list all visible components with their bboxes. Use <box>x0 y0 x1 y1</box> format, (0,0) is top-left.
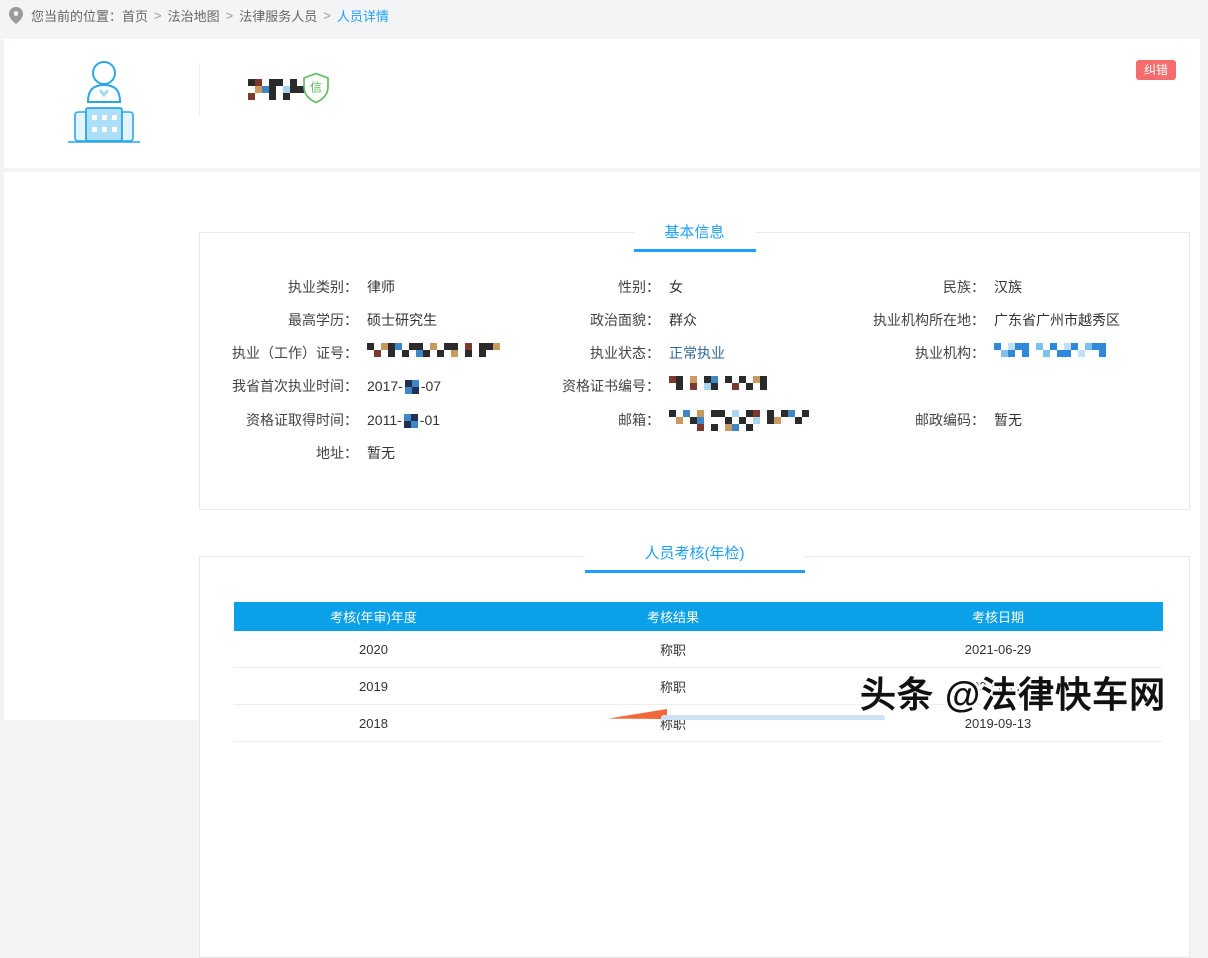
assessment-header-row: 考核(年审)年度 考核结果 考核日期 <box>234 602 1163 631</box>
assessment-panel: 人员考核(年检) 考核(年审)年度 考核结果 考核日期 2020 称职 2021… <box>199 556 1190 958</box>
error-correction-button[interactable]: 纠错 <box>1136 60 1176 80</box>
lawyer-avatar-illustration <box>62 58 146 151</box>
tab-assessment[interactable]: 人员考核(年检) <box>585 544 805 573</box>
field-qualification-date: 资格证取得时间： 2011- -01 <box>218 410 440 431</box>
credit-badge-icon: 信 <box>302 72 330 109</box>
field-qualification-number: 资格证书编号： <box>520 376 774 397</box>
col-assessment-result: 考核结果 <box>513 602 833 631</box>
main-content-card: 基本信息 执业类别： 律师 性别： 女 民族： 汉族 最高学历： 硕士研究生 政… <box>4 172 1200 720</box>
field-education: 最高学历： 硕士研究生 <box>218 310 437 331</box>
breadcrumb-separator: > <box>154 8 162 23</box>
cell-date: 2020-06-28 <box>833 668 1163 705</box>
assessment-table: 考核(年审)年度 考核结果 考核日期 2020 称职 2021-06-29 20… <box>234 602 1163 742</box>
cell-date: 2019-09-13 <box>833 705 1163 742</box>
credit-badge-char: 信 <box>310 81 322 95</box>
field-license-number: 执业（工作）证号： <box>218 343 500 364</box>
field-practice-org: 执业机构： <box>845 343 1113 364</box>
breadcrumb-separator: > <box>323 8 331 23</box>
censored-month <box>405 380 419 394</box>
cell-result: 称职 <box>513 631 833 668</box>
breadcrumb-separator: > <box>226 8 234 23</box>
censored-person-name <box>248 79 304 100</box>
tab-basic-info[interactable]: 基本信息 <box>634 223 756 252</box>
header-divider <box>199 63 200 115</box>
breadcrumb: 您当前的位置： 首页 > 法治地图 > 法律服务人员 > 人员详情 <box>0 0 1208 30</box>
cell-date: 2021-06-29 <box>833 631 1163 668</box>
field-gender: 性别： 女 <box>520 277 683 298</box>
field-ethnicity: 民族： 汉族 <box>845 277 1022 298</box>
col-assessment-date: 考核日期 <box>833 602 1163 631</box>
table-row: 2020 称职 2021-06-29 <box>234 631 1163 668</box>
censored-month <box>404 414 418 428</box>
cell-result: 称职 <box>513 668 833 705</box>
basic-info-panel: 基本信息 <box>199 232 1190 510</box>
cell-year: 2018 <box>234 705 513 742</box>
location-pin-icon <box>9 7 23 24</box>
censored-license-number <box>367 343 500 357</box>
censored-org-link[interactable] <box>994 343 1113 357</box>
field-address: 地址： 暂无 <box>218 443 395 464</box>
field-practice-status: 执业状态： 正常执业 <box>520 343 725 364</box>
field-postal-code: 邮政编码： 暂无 <box>845 410 1022 431</box>
breadcrumb-home[interactable]: 首页 <box>122 6 148 25</box>
breadcrumb-current-person-detail: 人员详情 <box>337 6 389 25</box>
cell-result: 称职 <box>513 705 833 742</box>
clipped-element-edge <box>661 715 885 720</box>
censored-email <box>669 410 816 431</box>
field-practice-category: 执业类别： 律师 <box>218 277 395 298</box>
table-row: 2018 称职 2019-09-13 <box>234 705 1163 742</box>
breadcrumb-prefix: 您当前的位置： <box>31 6 122 25</box>
profile-header-card: 信 纠错 <box>4 39 1200 168</box>
field-email: 邮箱： <box>520 410 816 431</box>
censored-qualification-number <box>669 376 774 390</box>
cell-year: 2019 <box>234 668 513 705</box>
table-row: 2019 称职 2020-06-28 <box>234 668 1163 705</box>
field-org-location: 执业机构所在地： 广东省广州市越秀区 <box>845 310 1120 331</box>
breadcrumb-law-map[interactable]: 法治地图 <box>168 6 220 25</box>
breadcrumb-legal-service-personnel[interactable]: 法律服务人员 <box>239 6 317 25</box>
cell-year: 2020 <box>234 631 513 668</box>
field-first-practice-date: 我省首次执业时间： 2017- -07 <box>218 376 441 397</box>
col-assessment-year: 考核(年审)年度 <box>234 602 513 631</box>
field-political-status: 政治面貌： 群众 <box>520 310 697 331</box>
